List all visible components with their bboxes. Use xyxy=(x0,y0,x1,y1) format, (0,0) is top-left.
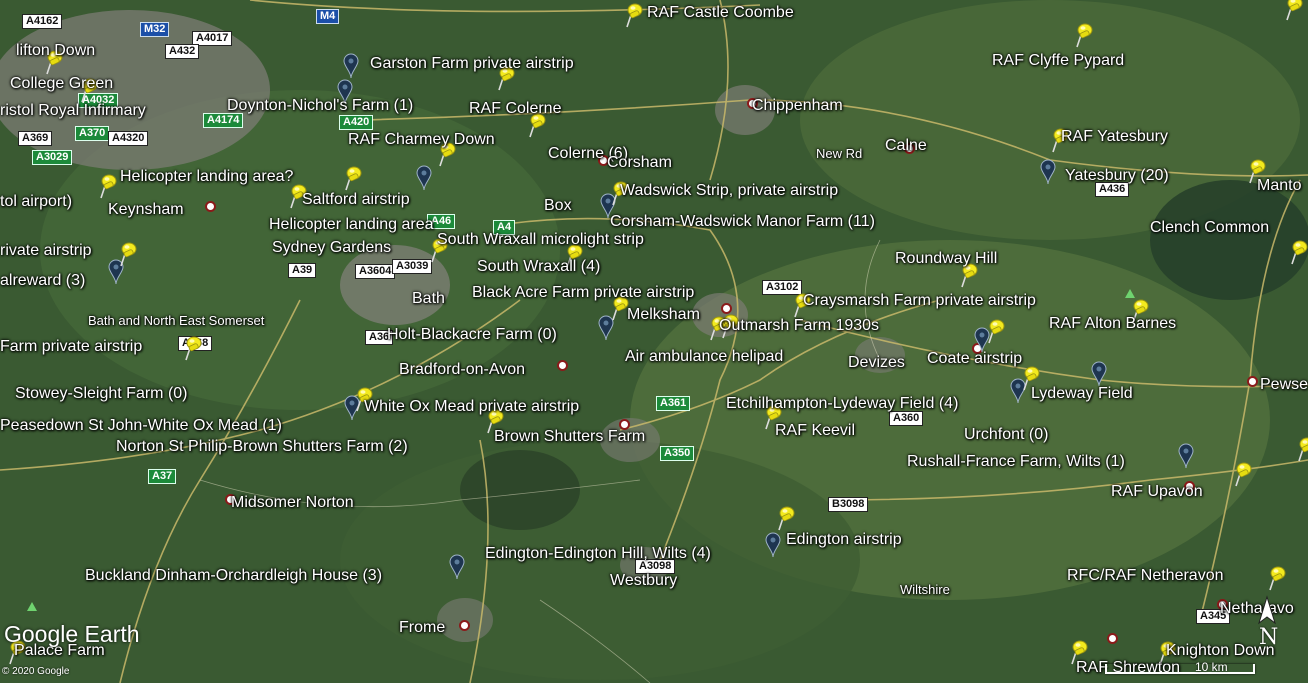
place-label-urchfont-0[interactable]: Urchfont (0) xyxy=(964,427,1048,443)
place-label-midsomer-norton[interactable]: Midsomer Norton xyxy=(231,495,354,511)
place-label-box[interactable]: Box xyxy=(544,198,572,214)
place-label-south-wraxall-4[interactable]: South Wraxall (4) xyxy=(477,259,600,275)
place-label-helicopter-landing-area[interactable]: Helicopter landing area? xyxy=(120,169,293,185)
place-label-raf-charmey-down[interactable]: RAF Charmey Down xyxy=(348,132,495,148)
place-label-westbury[interactable]: Westbury xyxy=(610,573,677,589)
place-label-roundway-hill[interactable]: Roundway Hill xyxy=(895,251,997,267)
place-label-raf-yatesbury[interactable]: RAF Yatesbury xyxy=(1061,129,1168,145)
town-dot xyxy=(1107,633,1118,644)
place-label-garston-farm-private-airstrip[interactable]: Garston Farm private airstrip xyxy=(370,56,574,72)
road-shield-a37: A37 xyxy=(148,469,177,484)
road-shield-b3098: B3098 xyxy=(828,497,869,512)
peak-marker xyxy=(1125,289,1135,298)
place-label-doynton-nichol-s-farm-1[interactable]: Doynton-Nichol's Farm (1) xyxy=(227,98,413,114)
place-label-black-acre-farm-private-airstrip[interactable]: Black Acre Farm private airstrip xyxy=(472,285,694,301)
place-label-bradford-on-avon[interactable]: Bradford-on-Avon xyxy=(399,362,525,378)
place-label-frome[interactable]: Frome xyxy=(399,620,445,636)
place-label-raf-upavon[interactable]: RAF Upavon xyxy=(1111,484,1203,500)
place-label-white-ox-mead-private-airstrip[interactable]: White Ox Mead private airstrip xyxy=(364,399,579,415)
place-label-farm-private-airstrip[interactable]: Farm private airstrip xyxy=(0,339,142,355)
road-shield-a3604: A3604 xyxy=(355,264,396,279)
place-label-brown-shutters-farm[interactable]: Brown Shutters Farm xyxy=(494,429,645,445)
compass[interactable]: N xyxy=(1255,595,1279,655)
place-label-devizes[interactable]: Devizes xyxy=(848,355,905,371)
place-label-corsham[interactable]: Corsham xyxy=(607,155,672,171)
place-label-saltford-airstrip[interactable]: Saltford airstrip xyxy=(302,192,410,208)
place-label-etchilhampton-lydeway-field-4[interactable]: Etchilhampton-Lydeway Field (4) xyxy=(726,396,958,412)
place-label-buckland-dinham-orchardleigh-house-3[interactable]: Buckland Dinham-Orchardleigh House (3) xyxy=(85,568,382,584)
road-shield-a369: A369 xyxy=(18,131,53,146)
place-label-wadswick-strip-private-airstrip[interactable]: Wadswick Strip, private airstrip xyxy=(620,183,838,199)
place-label-wiltshire[interactable]: Wiltshire xyxy=(900,583,950,596)
compass-arrow-icon xyxy=(1258,595,1276,625)
place-label-corsham-wadswick-manor-farm-11[interactable]: Corsham-Wadswick Manor Farm (11) xyxy=(610,214,875,230)
road-shield-a4320: A4320 xyxy=(108,131,149,146)
place-label-south-wraxall-microlight-strip[interactable]: South Wraxall microlight strip xyxy=(437,232,644,248)
place-label-edington-edington-hill-wilts-4[interactable]: Edington-Edington Hill, Wilts (4) xyxy=(485,546,711,562)
place-label-calne[interactable]: Calne xyxy=(885,138,927,154)
place-label-sydney-gardens[interactable]: Sydney Gardens xyxy=(272,240,391,256)
place-label-peasedown-st-john-white-ox-mead-1[interactable]: Peasedown St John-White Ox Mead (1) xyxy=(0,418,282,434)
peak-marker xyxy=(27,602,37,611)
place-label-raf-keevil[interactable]: RAF Keevil xyxy=(775,423,855,439)
copyright-text: © 2020 Google xyxy=(2,666,70,677)
town-dot xyxy=(1247,376,1258,387)
road-shield-a360: A360 xyxy=(889,411,924,426)
town-dot xyxy=(557,360,568,371)
place-label-bath[interactable]: Bath xyxy=(412,291,445,307)
place-label-rushall-france-farm-wilts-1[interactable]: Rushall-France Farm, Wilts (1) xyxy=(907,454,1125,470)
place-label-rfc-raf-netheravon[interactable]: RFC/RAF Netheravon xyxy=(1067,568,1224,584)
place-label-bath-and-north-east-somerset[interactable]: Bath and North East Somerset xyxy=(88,314,264,327)
road-shield-a4162: A4162 xyxy=(22,14,63,29)
place-label-raf-castle-coombe[interactable]: RAF Castle Coombe xyxy=(647,5,794,21)
road-shield-a39: A39 xyxy=(288,263,317,278)
road-shield-a350: A350 xyxy=(660,446,695,461)
road-shield-a436: A436 xyxy=(1095,182,1130,197)
road-shield-a432: A432 xyxy=(165,44,200,59)
place-label-holt-blackacre-farm-0[interactable]: Holt-Blackacre Farm (0) xyxy=(387,327,557,343)
road-shield-a361: A361 xyxy=(656,396,691,411)
road-shield-m32: M32 xyxy=(140,22,170,37)
place-label-air-ambulance-helipad[interactable]: Air ambulance helipad xyxy=(625,349,783,365)
place-label-yatesbury-20[interactable]: Yatesbury (20) xyxy=(1065,168,1169,184)
place-label-outmarsh-farm-1930s[interactable]: Outmarsh Farm 1930s xyxy=(719,318,879,334)
town-dot xyxy=(721,303,732,314)
place-label-lifton-down[interactable]: lifton Down xyxy=(16,43,95,59)
place-label-alreward-3[interactable]: alreward (3) xyxy=(0,273,85,289)
map-canvas[interactable]: A4162 M32 M4 A4017 A432 A4032 A4174 A420 A369 A37… xyxy=(0,0,1308,683)
road-shield-a370: A370 xyxy=(75,126,110,141)
town-dot xyxy=(205,201,216,212)
place-label-edington-airstrip[interactable]: Edington airstrip xyxy=(786,532,902,548)
place-label-coate-airstrip[interactable]: Coate airstrip xyxy=(927,351,1022,367)
place-label-raf-clyffe-pypard[interactable]: RAF Clyffe Pypard xyxy=(992,53,1124,69)
place-label-pewse[interactable]: Pewse xyxy=(1260,377,1308,393)
place-label-new-rd[interactable]: New Rd xyxy=(816,147,862,160)
place-label-clench-common[interactable]: Clench Common xyxy=(1150,220,1269,236)
scale-bar-line xyxy=(1105,664,1255,674)
place-label-college-green[interactable]: College Green xyxy=(10,76,113,92)
road-shield-a420: A420 xyxy=(339,115,374,130)
road-shield-a3029: A3029 xyxy=(32,150,73,165)
place-label-lydeway-field[interactable]: Lydeway Field xyxy=(1031,386,1133,402)
place-label-craysmarsh-farm-private-airstrip[interactable]: Craysmarsh Farm private airstrip xyxy=(803,293,1036,309)
scale-bar: 10 km xyxy=(1105,660,1255,678)
place-label-stowey-sleight-farm-0[interactable]: Stowey-Sleight Farm (0) xyxy=(15,386,188,402)
place-label-raf-colerne[interactable]: RAF Colerne xyxy=(469,101,561,117)
place-label-tol-airport[interactable]: tol airport) xyxy=(0,194,72,210)
place-label-chippenham[interactable]: Chippenham xyxy=(752,98,843,114)
place-label-raf-alton-barnes[interactable]: RAF Alton Barnes xyxy=(1049,316,1176,332)
google-earth-logo: Google Earth xyxy=(4,621,140,647)
place-label-norton-st-philip-brown-shutters-farm-2[interactable]: Norton St Philip-Brown Shutters Farm (2) xyxy=(116,439,408,455)
place-label-melksham[interactable]: Melksham xyxy=(627,307,700,323)
road-shield-m4: M4 xyxy=(316,9,340,24)
town-dot xyxy=(459,620,470,631)
place-label-manto[interactable]: Manto xyxy=(1257,178,1301,194)
scale-bar-label: 10 km xyxy=(1195,660,1228,674)
compass-north-label: N xyxy=(1259,625,1279,650)
place-label-rivate-airstrip[interactable]: rivate airstrip xyxy=(0,243,92,259)
place-label-keynsham[interactable]: Keynsham xyxy=(108,202,184,218)
road-shield-a4174: A4174 xyxy=(203,113,244,128)
place-label-helicopter-landing-area[interactable]: Helicopter landing area xyxy=(269,217,434,233)
place-label-ristol-royal-infirmary[interactable]: ristol Royal Infirmary xyxy=(0,103,146,119)
